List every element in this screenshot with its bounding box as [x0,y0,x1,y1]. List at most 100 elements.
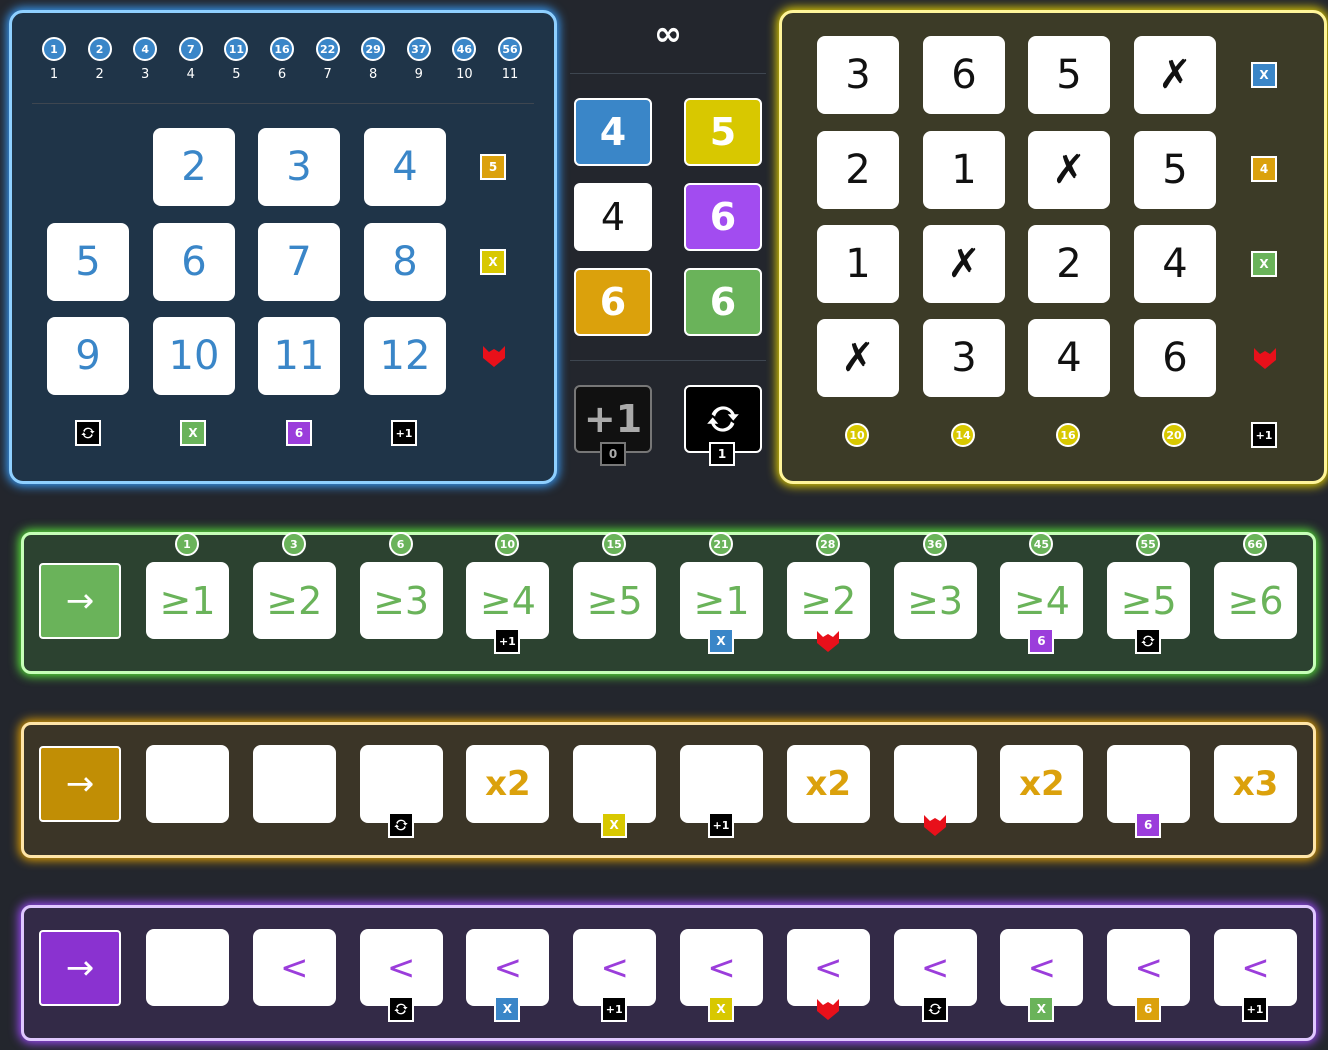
die[interactable]: 4 [574,183,652,251]
purple-bonus: X [708,996,734,1022]
green-cell[interactable]: ≥2 [252,562,336,639]
blue-points-circle: 4 [133,37,158,61]
orange-cell[interactable]: x2 [466,745,550,823]
green-bonus-blue: X [708,628,734,654]
yellow-cell[interactable]: 5 [1028,36,1110,114]
blue-cell[interactable]: 2 [153,128,235,206]
die[interactable]: 6 [684,268,762,336]
purple-cell[interactable]: < [680,929,763,1006]
reroll-icon [707,406,739,432]
purple-cell[interactable]: < [359,929,443,1006]
yellow-cell[interactable]: 4 [1028,319,1110,397]
infinity-label: ∞ [653,14,683,54]
yellow-cell[interactable]: 4 [1134,225,1216,303]
yellow-cell[interactable]: 1 [923,131,1005,209]
green-points-circle: 3 [281,532,306,556]
yellow-cell[interactable]: 5 [1134,131,1216,209]
purple-cell[interactable]: < [466,929,550,1006]
yellow-cell[interactable]: 3 [817,36,899,114]
fox-icon [922,813,948,837]
green-cell[interactable]: ≥5 [573,562,657,639]
center-divider-bottom [570,360,766,361]
reroll-badge [75,420,101,446]
yellow-row-bonus-blue: X [1251,62,1277,88]
blue-cell[interactable]: 7 [258,223,340,301]
purple-bonus: X [1028,996,1055,1022]
orange-arrow-button[interactable]: → [39,746,121,822]
yellow-cell[interactable]: 1 [817,225,899,303]
purple-bonus: 6 [1135,996,1162,1022]
purple-cell[interactable]: < [1107,929,1191,1006]
die[interactable]: 6 [684,183,762,251]
yellow-cell[interactable]: ✗ [1028,131,1110,209]
yellow-cell[interactable]: ✗ [923,225,1005,303]
green-points-circle: 1 [175,532,199,556]
blue-points-circle: 56 [498,37,522,61]
purple-arrow-button[interactable]: → [39,930,121,1006]
green-points-circle: 15 [602,532,627,556]
blue-cell[interactable]: 6 [153,223,235,301]
blue-divider [32,103,534,104]
blue-points-label: 10 [456,67,473,82]
blue-cell[interactable]: 10 [153,317,235,395]
blue-cell[interactable]: 9 [47,317,129,395]
blue-points-circle: 7 [178,37,203,61]
green-cell[interactable]: ≥3 [359,562,443,639]
yellow-cell[interactable]: 6 [923,36,1005,114]
blue-points-label: 2 [95,67,104,82]
orange-cell[interactable]: x3 [1214,745,1297,823]
blue-points-circle: 1 [42,37,66,61]
fox-icon [1252,346,1278,370]
green-cell[interactable]: ≥3 [893,562,977,639]
orange-cell[interactable] [146,745,229,823]
green-cell[interactable]: ≥2 [786,562,870,639]
purple-cell[interactable]: < [1214,929,1297,1006]
blue-cell[interactable]: 8 [364,223,446,301]
blue-cell[interactable]: 12 [364,317,446,395]
orange-cell[interactable]: x2 [1000,745,1084,823]
blue-points-label: 7 [323,67,332,82]
die[interactable]: 4 [574,98,652,166]
fox-icon [815,997,841,1021]
blue-points-circle: 37 [406,37,431,61]
purple-cell[interactable]: < [893,929,977,1006]
blue-cell[interactable]: 4 [364,128,446,206]
die[interactable]: 6 [574,268,652,336]
die[interactable]: 5 [684,98,762,166]
yellow-cell[interactable]: ✗ [817,319,899,397]
orange-bonus-plus-one: +1 [708,812,734,838]
reroll-badge [387,996,414,1022]
yellow-col-points: 10 [845,423,869,447]
reroll-count: 1 [709,442,735,466]
fox-icon [481,344,507,368]
blue-cell[interactable]: 5 [47,223,129,301]
blue-cell[interactable]: 11 [258,317,340,395]
purple-cell[interactable]: < [786,929,870,1006]
green-cell[interactable]: ≥6 [1214,562,1297,639]
blue-points-label: 9 [414,67,423,82]
reroll-badge [1135,628,1162,654]
reroll-badge [921,996,948,1022]
yellow-cell[interactable]: 6 [1134,319,1216,397]
blue-cell[interactable]: 3 [258,128,340,206]
orange-bonus-purple: 6 [1135,812,1162,838]
purple-cell[interactable]: < [252,929,336,1006]
yellow-cell[interactable]: 2 [1028,225,1110,303]
purple-cell[interactable]: < [573,929,657,1006]
orange-cell[interactable]: x2 [786,745,870,823]
orange-cell[interactable] [893,745,977,823]
purple-bonus: +1 [601,996,628,1022]
yellow-corner-bonus: +1 [1251,422,1277,448]
yellow-cell[interactable]: 2 [817,131,899,209]
green-cell[interactable]: ≥1 [146,562,229,639]
green-arrow-button[interactable]: → [39,563,121,639]
yellow-cell[interactable]: ✗ [1134,36,1216,114]
blue-points-label: 6 [277,67,287,82]
blue-points-label: 4 [186,67,195,82]
fox-icon [815,629,841,653]
orange-cell[interactable] [252,745,336,823]
yellow-cell[interactable]: 3 [923,319,1005,397]
purple-cell[interactable] [146,929,229,1006]
purple-cell[interactable]: < [1000,929,1084,1006]
blue-points-label: 11 [501,67,519,82]
